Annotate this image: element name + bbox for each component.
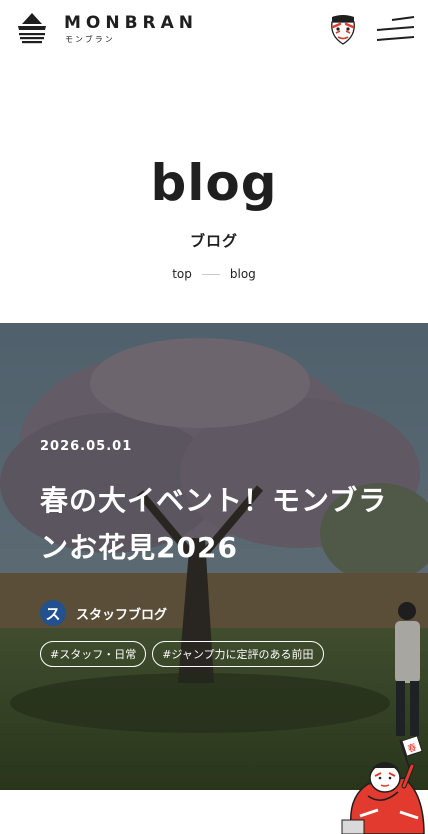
logo-wordmark[interactable]: MONBRAN	[64, 13, 198, 33]
breadcrumb: top blog	[0, 267, 428, 281]
author-name: スタッフブログ	[76, 607, 168, 623]
tag-list: #スタッフ・日常 #ジャンプ力に定評のある前田	[40, 641, 324, 667]
post-date: 2026.05.01	[40, 439, 133, 454]
mountain-logo-icon[interactable]	[16, 12, 48, 46]
author-avatar: ス	[40, 600, 66, 626]
kabuki-face-icon	[331, 15, 355, 45]
tag-staff-daily[interactable]: #スタッフ・日常	[40, 641, 147, 667]
breadcrumb-separator	[201, 273, 220, 275]
featured-post-hero[interactable]: 2026.05.01 春の大イベント！モンブランお花見2026 ス スタッフブロ…	[0, 323, 428, 790]
site-header: MONBRAN モンブラン	[0, 0, 428, 64]
tag-maeda[interactable]: #ジャンプ力に定評のある前田	[152, 641, 324, 667]
page-subtitle: ブログ	[189, 232, 238, 250]
logo-kana: モンブラン	[65, 35, 115, 44]
kabuki-mascot-icon[interactable]: 春	[338, 736, 428, 834]
breadcrumb-current: blog	[229, 267, 256, 281]
page-title: blog	[150, 154, 278, 212]
breadcrumb-top-link[interactable]: top	[172, 267, 192, 281]
hamburger-menu-icon[interactable]	[374, 16, 416, 42]
post-title[interactable]: 春の大イベント！モンブランお花見2026	[40, 477, 395, 571]
author-link[interactable]: ス スタッフブログ	[40, 600, 167, 626]
